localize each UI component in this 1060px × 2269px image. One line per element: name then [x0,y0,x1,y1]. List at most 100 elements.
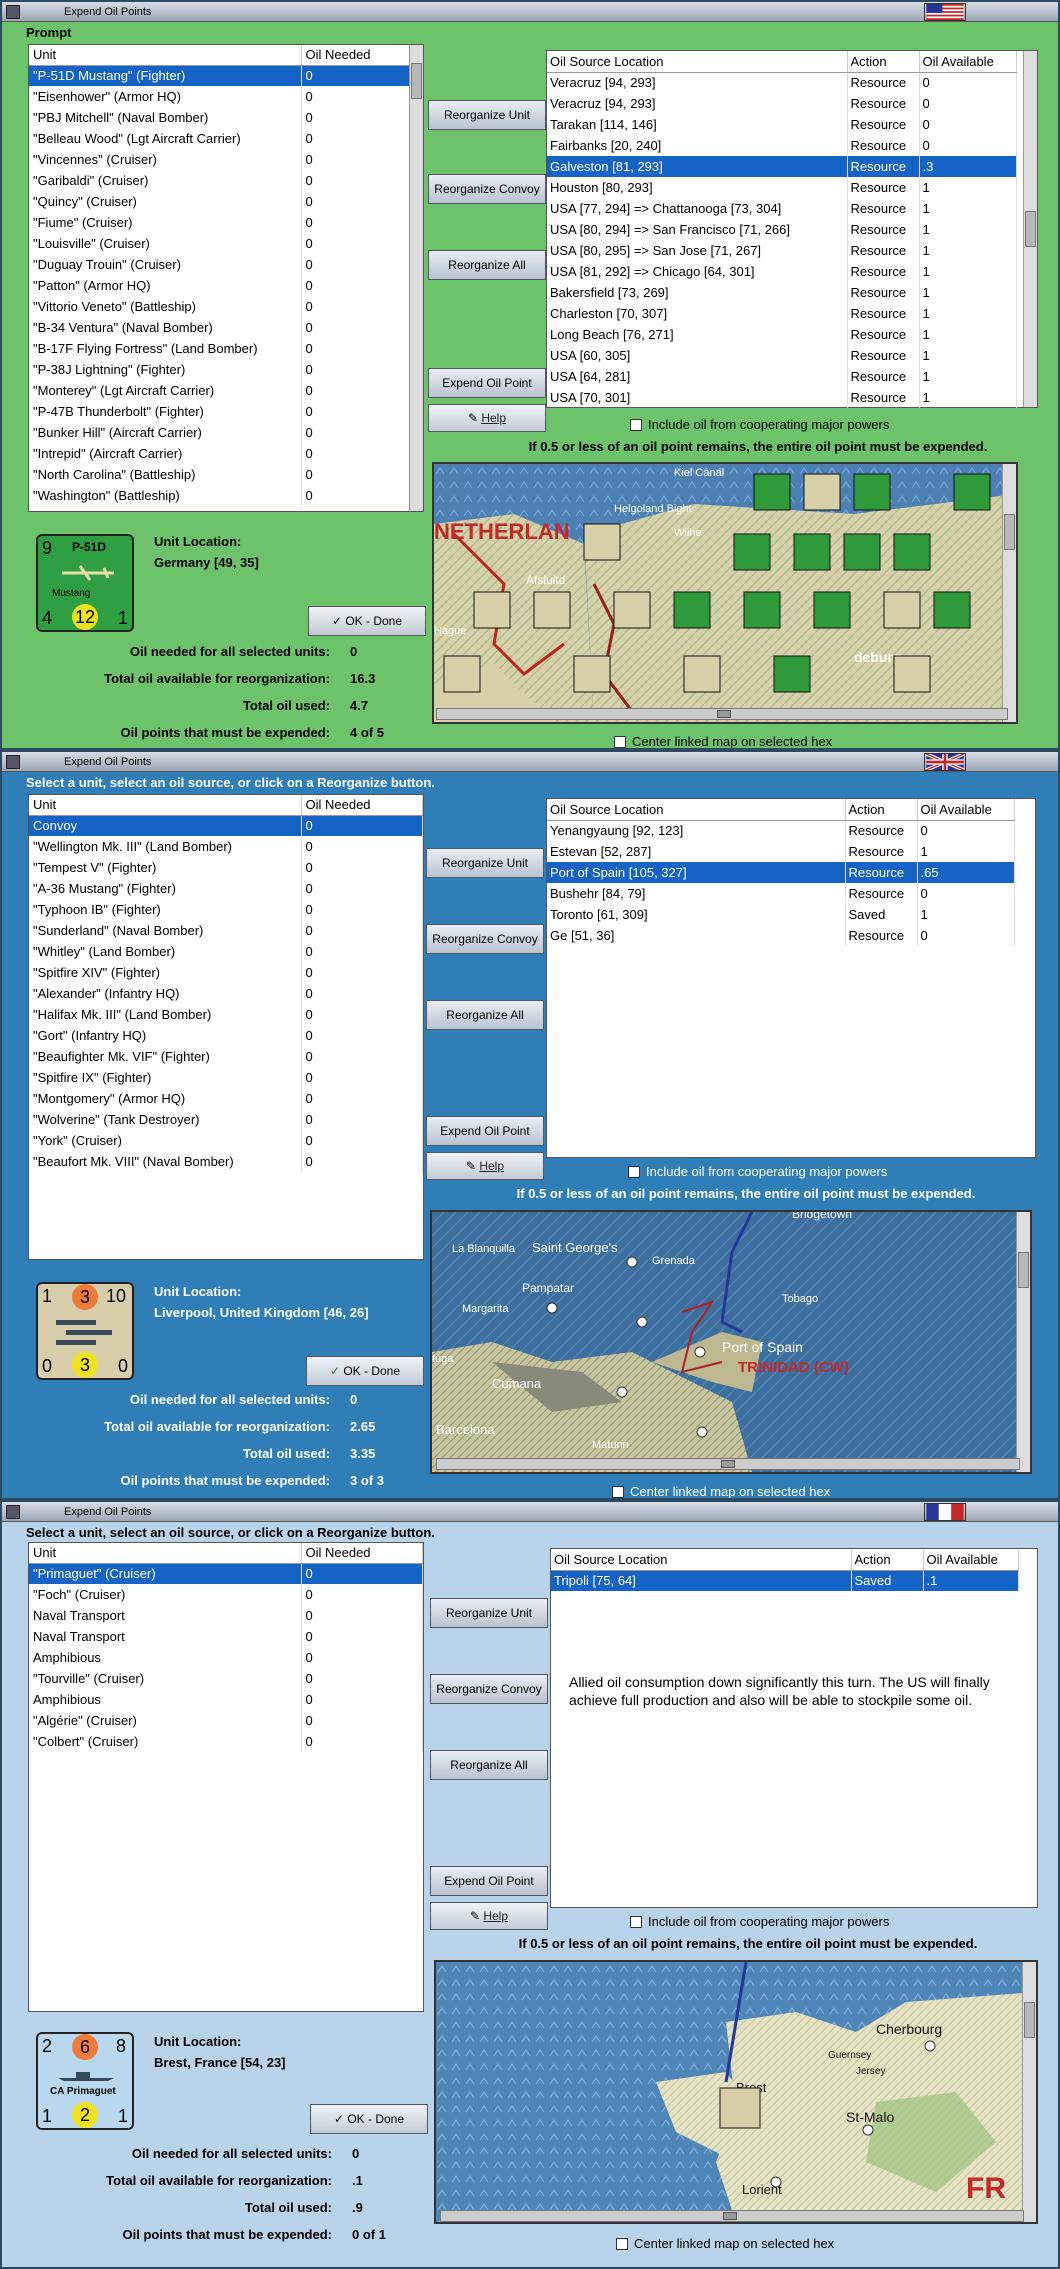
source-row-cell[interactable]: USA [60, 305] [547,345,848,366]
unit-list[interactable]: Unit Oil Needed Convoy 0 "Wellington Mk. I… [28,794,424,1260]
source-row-cell[interactable]: .3 [919,156,1017,177]
unit-row-cell[interactable]: "Wolverine" (Tank Destroyer) [29,1109,302,1130]
unit-row-cell[interactable]: "Spitfire IX" (Fighter) [29,1067,302,1088]
unit-row-cell[interactable]: 0 [301,836,423,857]
source-row-cell[interactable]: .65 [917,862,1015,883]
unit-row[interactable]: "North Carolina" (Battleship) 0 [29,464,423,485]
unit-row-cell[interactable]: Naval Transport [29,1626,302,1647]
map-hscroll[interactable] [436,1458,1020,1470]
unit-row-cell[interactable]: 0 [301,296,423,317]
unit-row-cell[interactable]: 0 [301,275,423,296]
unit-row[interactable]: "Tourville" (Cruiser) 0 [29,1668,423,1689]
source-row-cell[interactable]: 1 [919,261,1017,282]
source-row-cell[interactable]: Saved [845,904,918,925]
unit-row-cell[interactable]: "Intrepid" (Aircraft Carrier) [29,443,302,464]
source-row-cell[interactable]: 1 [919,219,1017,240]
unit-row[interactable]: "Patton" (Armor HQ) 0 [29,275,423,296]
unit-row-cell[interactable]: Amphibious [29,1689,302,1710]
col-oil-available[interactable]: Oil Available [919,51,1017,73]
unit-row[interactable]: "Typhoon IB" (Fighter) 0 [29,899,423,920]
unit-row[interactable]: "Sunderland" (Naval Bomber) 0 [29,920,423,941]
unit-row-cell[interactable]: "Fiume" (Cruiser) [29,212,302,233]
unit-row-cell[interactable]: "York" (Cruiser) [29,1130,302,1151]
source-row-cell[interactable]: Resource [847,219,920,240]
unit-row[interactable]: "Fiume" (Cruiser) 0 [29,212,423,233]
unit-row-cell[interactable]: "Sunderland" (Naval Bomber) [29,920,302,941]
unit-row-cell[interactable]: 0 [301,857,423,878]
unit-row-cell[interactable]: 0 [301,65,423,86]
col-oil-needed[interactable]: Oil Needed [301,795,423,816]
unit-row-cell[interactable]: 0 [301,1130,423,1151]
col-unit[interactable]: Unit [29,1543,302,1564]
unit-row-cell[interactable]: "Alexander" (Infantry HQ) [29,983,302,1004]
source-row[interactable]: Veracruz [94, 293] Resource 0 [547,93,1017,114]
unit-row-cell[interactable]: "Monterey" (Lgt Aircraft Carrier) [29,380,302,401]
unit-row-cell[interactable]: "Beaufort Mk. VIII" (Naval Bomber) [29,1151,302,1172]
source-row-cell[interactable]: Tarakan [114, 146] [547,114,848,135]
unit-row-cell[interactable]: 0 [301,464,423,485]
unit-row[interactable]: "P-38J Lightning" (Fighter) 0 [29,359,423,380]
unit-row-cell[interactable]: 0 [301,1626,423,1647]
ok-done-button[interactable]: ✓ OK - Done [306,1356,424,1386]
unit-row-cell[interactable]: 0 [301,212,423,233]
source-row-cell[interactable]: Resource [845,925,918,946]
source-row-cell[interactable]: Galveston [81, 293] [547,156,848,177]
unit-row[interactable]: "Gort" (Infantry HQ) 0 [29,1025,423,1046]
source-row-cell[interactable]: 1 [919,324,1017,345]
source-row-cell[interactable]: 1 [919,198,1017,219]
unit-row-cell[interactable]: "Washington" (Battleship) [29,485,302,506]
source-row[interactable]: Bushehr [84, 79] Resource 0 [547,883,1015,904]
unit-row-cell[interactable]: 0 [301,107,423,128]
ok-done-button[interactable]: ✓ OK - Done [308,606,426,636]
map-hscroll[interactable] [436,708,1008,720]
unit-row-cell[interactable]: 0 [301,1647,423,1668]
source-row-cell[interactable]: 1 [917,841,1015,862]
unit-row[interactable]: Convoy 0 [29,815,423,836]
col-location[interactable]: Oil Source Location [551,1549,852,1571]
source-row-cell[interactable]: 1 [919,366,1017,387]
unit-row-cell[interactable]: 0 [301,485,423,506]
unit-row-cell[interactable]: 0 [301,128,423,149]
unit-row[interactable]: "Spitfire XIV" (Fighter) 0 [29,962,423,983]
col-unit[interactable]: Unit [29,795,302,816]
unit-row[interactable]: Amphibious 0 [29,1689,423,1710]
source-row-cell[interactable]: Resource [847,324,920,345]
unit-row[interactable]: "P-47B Thunderbolt" (Fighter) 0 [29,401,423,422]
source-row-cell[interactable]: USA [80, 295] => San Jose [71, 267] [547,240,848,261]
unit-row-cell[interactable]: "Quincy" (Cruiser) [29,191,302,212]
source-row[interactable]: Port of Spain [105, 327] Resource .65 [547,862,1015,883]
source-row-cell[interactable]: Resource [847,345,920,366]
source-row-cell[interactable]: 0 [917,883,1015,904]
unit-row[interactable]: "Whitley" (Land Bomber) 0 [29,941,423,962]
source-row-cell[interactable]: Resource [847,240,920,261]
source-row[interactable]: Tripoli [75, 64] Saved .1 [551,1570,1019,1591]
unit-row-cell[interactable]: 0 [301,983,423,1004]
unit-row[interactable]: "A-36 Mustang" (Fighter) 0 [29,878,423,899]
unit-row[interactable]: "Eisenhower" (Armor HQ) 0 [29,86,423,107]
center-map-checkbox[interactable]: Center linked map on selected hex [616,2236,834,2251]
source-row[interactable]: Yenangyaung [92, 123] Resource 0 [547,820,1015,841]
source-row-cell[interactable]: 0 [917,820,1015,841]
unit-row-cell[interactable]: "B-34 Ventura" (Naval Bomber) [29,317,302,338]
unit-row-cell[interactable]: "Colbert" (Cruiser) [29,1731,302,1752]
center-map-checkbox[interactable]: Center linked map on selected hex [614,734,832,748]
unit-row[interactable]: "Intrepid" (Aircraft Carrier) 0 [29,443,423,464]
source-row-cell[interactable]: Fairbanks [20, 240] [547,135,848,156]
source-row-cell[interactable]: Bushehr [84, 79] [547,883,846,904]
source-row-cell[interactable]: .1 [923,1570,1019,1591]
source-row-cell[interactable]: Ge [51, 36] [547,925,846,946]
col-action[interactable]: Action [847,51,920,73]
source-row[interactable]: Toronto [61, 309] Saved 1 [547,904,1015,925]
unit-list-scrollbar[interactable] [409,45,423,511]
source-row-cell[interactable]: 1 [919,387,1017,408]
source-row[interactable]: USA [80, 294] => San Francisco [71, 266]… [547,219,1017,240]
source-row-cell[interactable]: Long Beach [76, 271] [547,324,848,345]
unit-row[interactable]: "Foch" (Cruiser) 0 [29,1584,423,1605]
unit-row[interactable]: "B-17F Flying Fortress" (Land Bomber) 0 [29,338,423,359]
source-row[interactable]: Long Beach [76, 271] Resource 1 [547,324,1017,345]
source-row-cell[interactable]: Resource [847,303,920,324]
unit-row[interactable]: "Bunker Hill" (Aircraft Carrier) 0 [29,422,423,443]
source-row-cell[interactable]: Veracruz [94, 293] [547,93,848,114]
source-row-cell[interactable]: Veracruz [94, 293] [547,72,848,93]
unit-row-cell[interactable]: "Algérie" (Cruiser) [29,1710,302,1731]
